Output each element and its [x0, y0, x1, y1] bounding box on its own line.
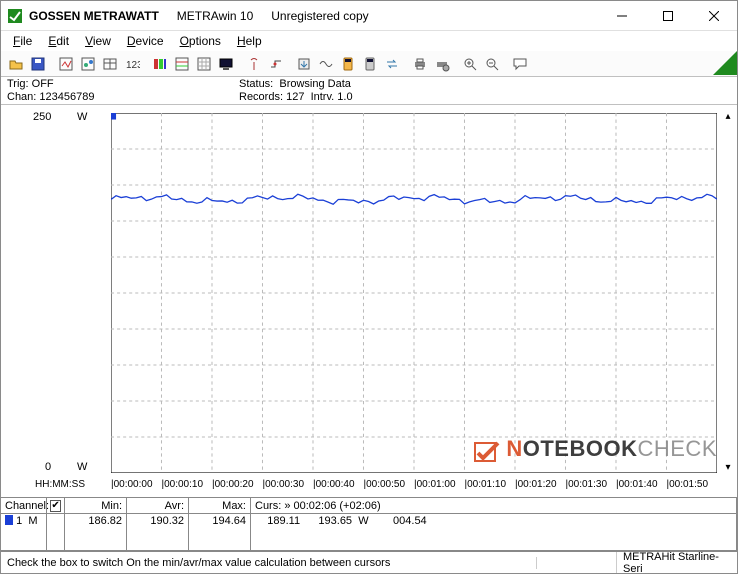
- x-tick: |00:01:50: [667, 479, 718, 493]
- open-icon[interactable]: [5, 53, 27, 75]
- records-label: Records:: [239, 91, 283, 103]
- device-icon[interactable]: [337, 53, 359, 75]
- title-company: GOSSEN METRAWATT: [29, 9, 159, 23]
- menu-view[interactable]: View: [77, 33, 119, 49]
- y-axis-min: 0: [45, 461, 51, 473]
- chan-label: Chan:: [7, 91, 36, 103]
- status-label: Status:: [239, 78, 273, 90]
- toolbar-corner-icon: [713, 51, 737, 75]
- y-axis-unit-top: W: [77, 111, 87, 123]
- x-tick: |00:00:00: [111, 479, 162, 493]
- row-ch-letter: M: [28, 515, 37, 527]
- menu-edit[interactable]: Edit: [40, 33, 77, 49]
- x-axis-label: HH:MM:SS: [35, 479, 111, 493]
- status-hint: Check the box to switch On the min/avr/m…: [1, 557, 537, 569]
- hdr-avr: Avr:: [127, 498, 189, 513]
- row-avr: 190.32: [127, 514, 189, 550]
- statusbar: Check the box to switch On the min/avr/m…: [1, 551, 737, 573]
- hdr-check[interactable]: ✔: [47, 498, 65, 513]
- channel-header: Channel: ✔ Min: Avr: Max: Curs: » 00:02:…: [1, 498, 737, 514]
- x-tick: |00:01:40: [616, 479, 667, 493]
- print-icon[interactable]: [409, 53, 431, 75]
- trigger-icon[interactable]: [265, 53, 287, 75]
- zoom-in-icon[interactable]: [459, 53, 481, 75]
- numeric-icon[interactable]: 123: [121, 53, 143, 75]
- x-tick: |00:01:10: [465, 479, 516, 493]
- save-icon[interactable]: [27, 53, 49, 75]
- scroll-up-icon[interactable]: ▴: [721, 111, 735, 122]
- app-icon: [7, 8, 23, 24]
- trig-label: Trig:: [7, 78, 29, 90]
- chart-area[interactable]: 250 W 0 W ▴ ▾ HH:MM:SS |00:00:00|00:00:1…: [1, 105, 737, 497]
- zoom-out-icon[interactable]: [481, 53, 503, 75]
- x-tick: |00:00:10: [162, 479, 213, 493]
- view-data-icon[interactable]: [99, 53, 121, 75]
- x-tick: |00:01:20: [515, 479, 566, 493]
- x-tick: |00:00:30: [263, 479, 314, 493]
- app-window: GOSSEN METRAWATT METRAwin 10 Unregistere…: [0, 0, 738, 574]
- title-license: Unregistered copy: [271, 9, 368, 23]
- menu-help[interactable]: Help: [229, 33, 270, 49]
- wave-icon[interactable]: [315, 53, 337, 75]
- channel-color-swatch: [5, 515, 13, 525]
- x-tick: |00:01:00: [414, 479, 465, 493]
- monitor-icon[interactable]: [215, 53, 237, 75]
- status-value: Browsing Data: [279, 78, 351, 90]
- intrv-value: 1.0: [337, 91, 352, 103]
- svg-text:123: 123: [126, 60, 140, 71]
- records-value: 127: [286, 91, 304, 103]
- grid-icon[interactable]: [193, 53, 215, 75]
- trig-value: OFF: [32, 78, 54, 90]
- memory-read-icon[interactable]: [293, 53, 315, 75]
- x-tick: |00:00:40: [313, 479, 364, 493]
- hdr-curs: Curs: » 00:02:06 (+02:06): [251, 498, 737, 513]
- channel-panel: Channel: ✔ Min: Avr: Max: Curs: » 00:02:…: [1, 497, 737, 551]
- y-axis-max: 250: [33, 111, 51, 123]
- comment-icon[interactable]: [509, 53, 531, 75]
- transfer-icon[interactable]: [381, 53, 403, 75]
- row-ch-num: 1: [16, 515, 22, 527]
- minimize-button[interactable]: [599, 1, 645, 31]
- hdr-max: Max:: [189, 498, 251, 513]
- view-xy-icon[interactable]: [77, 53, 99, 75]
- x-axis: HH:MM:SS |00:00:00|00:00:10|00:00:20|00:…: [35, 479, 717, 493]
- chart-plot: [111, 113, 717, 473]
- y-axis-unit-bot: W: [77, 461, 87, 473]
- row-min: 186.82: [65, 514, 127, 550]
- menu-file[interactable]: File: [5, 33, 40, 49]
- antenna-icon[interactable]: [243, 53, 265, 75]
- info-row: Trig: OFF Chan: 123456789 Status: Browsi…: [1, 77, 737, 105]
- channels-icon[interactable]: [171, 53, 193, 75]
- channel-setup-icon[interactable]: [149, 53, 171, 75]
- menu-options[interactable]: Options: [172, 33, 229, 49]
- maximize-button[interactable]: [645, 1, 691, 31]
- chan-value: 123456789: [39, 91, 94, 103]
- intrv-label: Intrv.: [311, 91, 335, 103]
- print-setup-icon[interactable]: [431, 53, 453, 75]
- menu-device[interactable]: Device: [119, 33, 172, 49]
- close-button[interactable]: [691, 1, 737, 31]
- x-tick: |00:00:20: [212, 479, 263, 493]
- hdr-min: Min:: [65, 498, 127, 513]
- title-product: METRAwin 10: [177, 9, 253, 23]
- row-ch: 1 M: [1, 514, 47, 550]
- device2-icon[interactable]: [359, 53, 381, 75]
- x-tick: |00:00:50: [364, 479, 415, 493]
- hdr-channel: Channel:: [1, 498, 47, 513]
- x-tick: |00:01:30: [566, 479, 617, 493]
- view-yt-icon[interactable]: [55, 53, 77, 75]
- scroll-down-icon[interactable]: ▾: [721, 462, 735, 473]
- status-device: METRAHit Starline-Seri: [617, 551, 737, 575]
- titlebar: GOSSEN METRAWATT METRAwin 10 Unregistere…: [1, 1, 737, 31]
- row-max: 194.64: [189, 514, 251, 550]
- channel-row[interactable]: 1 M 186.82 190.32 194.64 189.11 193.65 W…: [1, 514, 737, 550]
- row-curs: 189.11 193.65 W 004.54: [251, 514, 737, 550]
- toolbar: 123: [1, 51, 737, 77]
- menubar: File Edit View Device Options Help: [1, 31, 737, 51]
